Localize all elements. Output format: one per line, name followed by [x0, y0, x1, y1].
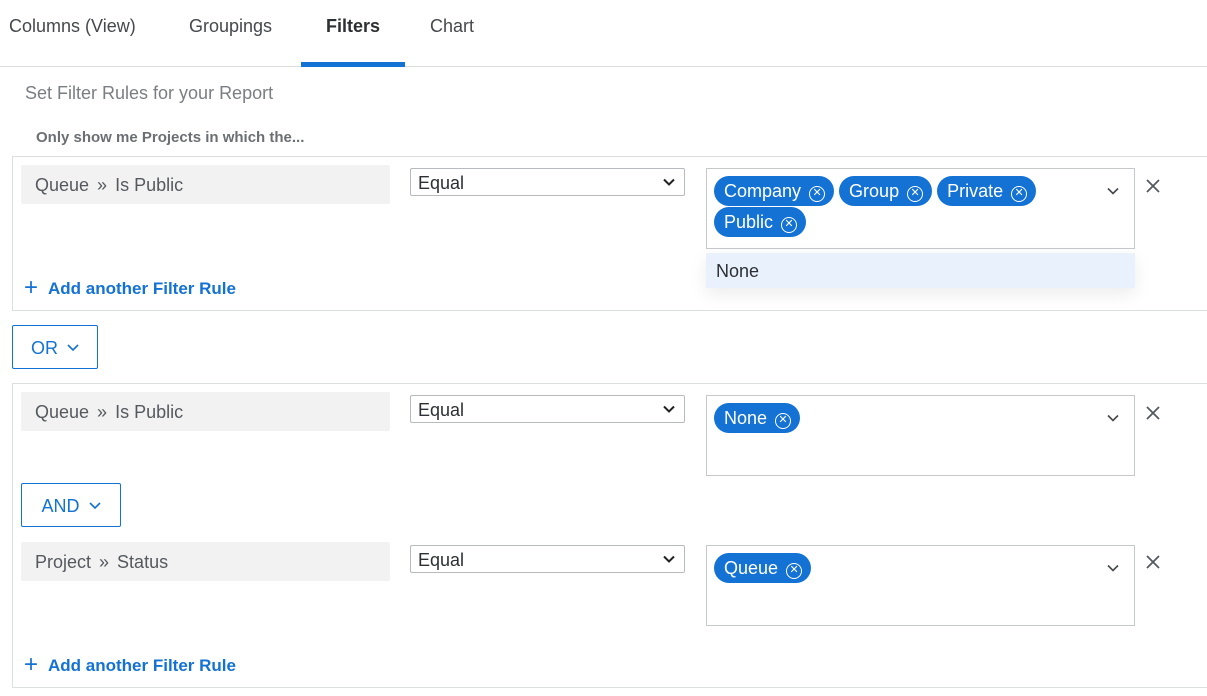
value-multiselect[interactable]: None ✕	[706, 395, 1135, 476]
filter-field-selector[interactable]: Queue » Is Public	[21, 165, 390, 204]
chevron-down-icon[interactable]	[1106, 561, 1120, 575]
field-name: Status	[117, 552, 169, 572]
tab-bar: Columns (View) Groupings Filters Chart	[0, 0, 1207, 67]
value-chip: Public ✕	[714, 207, 807, 237]
chevron-down-icon	[67, 344, 79, 352]
filter-subtitle: Only show me Projects in which the...	[36, 129, 305, 146]
remove-rule-icon[interactable]	[1145, 405, 1161, 421]
field-name: Is Public	[115, 175, 184, 195]
plus-icon: +	[24, 274, 39, 301]
operator-value: Equal	[418, 173, 465, 193]
chevron-double-right-icon: »	[99, 552, 110, 572]
tab-chart[interactable]: Chart	[430, 0, 474, 67]
value-chip: None ✕	[714, 403, 801, 433]
field-object: Queue	[35, 402, 90, 422]
field-object: Project	[35, 552, 92, 572]
chevron-down-icon	[663, 405, 675, 413]
remove-chip-icon[interactable]: ✕	[786, 563, 803, 579]
value-chip: Private ✕	[937, 176, 1037, 206]
operator-value: Equal	[418, 400, 465, 420]
remove-chip-icon[interactable]: ✕	[809, 186, 826, 202]
filter-field-selector[interactable]: Queue » Is Public	[21, 392, 390, 431]
operator-value: Equal	[418, 550, 465, 570]
chevron-double-right-icon: »	[97, 175, 108, 195]
value-multiselect[interactable]: Company ✕ Group ✕ Private ✕ Public ✕	[706, 168, 1135, 249]
value-multiselect[interactable]: Queue ✕	[706, 545, 1135, 626]
chevron-down-icon[interactable]	[1106, 411, 1120, 425]
tab-filters[interactable]: Filters	[326, 0, 380, 67]
chevron-down-icon	[663, 178, 675, 186]
chevron-down-icon	[663, 555, 675, 563]
value-chip: Queue ✕	[714, 553, 812, 583]
rule-logic-dropdown[interactable]: AND	[21, 483, 121, 527]
operator-select[interactable]: Equal	[410, 395, 685, 423]
plus-icon: +	[24, 651, 39, 678]
add-filter-rule-button[interactable]: + Add another Filter Rule	[24, 274, 236, 302]
operator-select[interactable]: Equal	[410, 545, 685, 573]
dropdown-option-none[interactable]: None	[706, 253, 1135, 288]
value-chip: Group ✕	[839, 176, 933, 206]
section-title: Set Filter Rules for your Report	[25, 83, 274, 103]
remove-chip-icon[interactable]: ✕	[1011, 186, 1028, 202]
tab-groupings[interactable]: Groupings	[189, 0, 272, 67]
add-filter-rule-button[interactable]: + Add another Filter Rule	[24, 651, 236, 679]
remove-rule-icon[interactable]	[1145, 554, 1161, 570]
value-chip: Company ✕	[714, 176, 835, 206]
chevron-down-icon[interactable]	[1106, 184, 1120, 198]
active-tab-indicator	[301, 62, 405, 67]
field-name: Is Public	[115, 402, 184, 422]
chevron-down-icon	[88, 502, 101, 510]
tab-columns-view[interactable]: Columns (View)	[9, 0, 136, 67]
field-object: Queue	[35, 175, 90, 195]
group-logic-dropdown[interactable]: OR	[12, 325, 98, 369]
remove-rule-icon[interactable]	[1145, 178, 1161, 194]
chevron-double-right-icon: »	[97, 402, 108, 422]
operator-select[interactable]: Equal	[410, 168, 685, 196]
remove-chip-icon[interactable]: ✕	[775, 413, 792, 429]
remove-chip-icon[interactable]: ✕	[781, 217, 798, 233]
filter-field-selector[interactable]: Project » Status	[21, 542, 390, 581]
remove-chip-icon[interactable]: ✕	[907, 186, 924, 202]
